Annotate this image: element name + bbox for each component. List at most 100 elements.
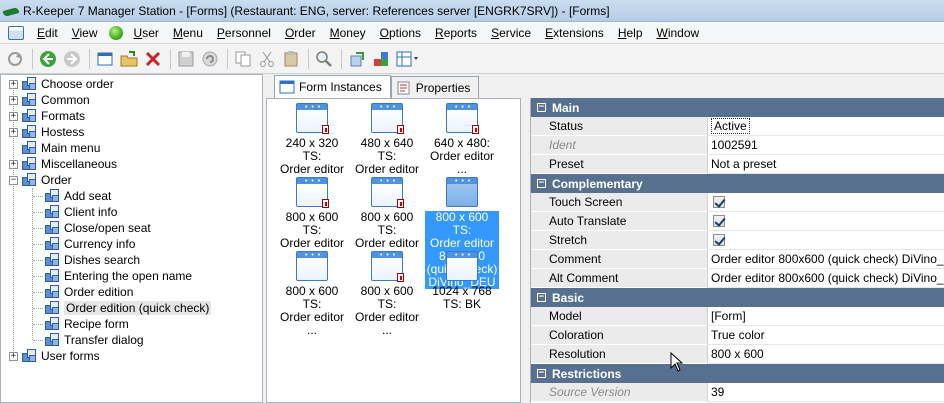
- tree-item-order-edition[interactable]: Order edition: [45, 284, 133, 300]
- tree-item-entering-the-open-name[interactable]: Entering the open name: [45, 268, 192, 284]
- prop-value[interactable]: Order editor 800x600 (quick check) DiVin…: [707, 250, 944, 269]
- expand-icon[interactable]: +: [9, 127, 18, 137]
- prop-source-version[interactable]: Source Version 39: [531, 383, 944, 402]
- tab-properties[interactable]: Properties: [390, 76, 480, 98]
- form-icon[interactable]: [94, 48, 116, 70]
- form-instance-item[interactable]: • • • 1024 x 768 TS: BK: [425, 251, 499, 311]
- expand-icon[interactable]: +: [9, 159, 18, 169]
- tree-item-hostess[interactable]: + Hostess: [9, 124, 84, 140]
- prop-value[interactable]: 800 x 600: [707, 345, 944, 364]
- collapse-icon[interactable]: −: [9, 175, 18, 185]
- tree-item-client-info[interactable]: Client info: [45, 204, 117, 220]
- prop-value[interactable]: [Form]: [707, 307, 944, 326]
- menu-order[interactable]: Order: [278, 23, 323, 43]
- collapse-icon[interactable]: −: [537, 103, 546, 112]
- find-icon[interactable]: [313, 48, 335, 70]
- expand-icon[interactable]: +: [9, 111, 18, 121]
- tree-item-transfer-dialog[interactable]: Transfer dialog: [45, 332, 144, 348]
- category-main[interactable]: − Main: [531, 98, 944, 117]
- window-menu-icon[interactable]: [8, 25, 24, 40]
- menu-money[interactable]: Money: [323, 23, 373, 43]
- export-icon[interactable]: [370, 48, 392, 70]
- tree-item-close-open-seat[interactable]: Close/open seat: [45, 220, 151, 236]
- prop-resolution[interactable]: Resolution 800 x 600: [531, 345, 944, 364]
- tab-form-instances-label: Form Instances: [299, 80, 382, 94]
- toolbar-separator: [170, 48, 171, 69]
- tree-item-formats[interactable]: + Formats: [9, 108, 85, 124]
- menu-menu[interactable]: Menu: [166, 23, 210, 43]
- category-complementary[interactable]: − Complementary: [531, 174, 944, 193]
- tree-item-main-menu[interactable]: Main menu: [9, 140, 100, 156]
- collapse-icon[interactable]: −: [537, 293, 546, 302]
- tree-item-add-seat[interactable]: Add seat: [45, 188, 111, 204]
- layout-dropdown-icon[interactable]: [394, 48, 422, 70]
- form-instance-item[interactable]: • • •800 x 600 TS:Order editor ...: [275, 251, 349, 337]
- form-instance-text: Order editor ...: [429, 149, 495, 176]
- back-icon[interactable]: [37, 48, 59, 70]
- tree-item-order[interactable]: − Order: [9, 172, 72, 188]
- form-icon: [45, 333, 60, 347]
- prop-coloration[interactable]: Coloration True color: [531, 326, 944, 345]
- cut-icon[interactable]: [256, 48, 278, 70]
- refresh-icon[interactable]: [4, 48, 26, 70]
- save-icon[interactable]: [175, 48, 197, 70]
- menu-edit[interactable]: Edit: [30, 23, 65, 43]
- tree-item-recipe-form[interactable]: Recipe form: [45, 316, 129, 332]
- menu-reports[interactable]: Reports: [428, 23, 484, 43]
- properties-icon[interactable]: [346, 48, 368, 70]
- prop-stretch[interactable]: Stretch: [531, 231, 944, 250]
- touch-screen-checkbox[interactable]: [713, 196, 725, 208]
- toolbar-separator: [227, 48, 228, 69]
- collapse-icon[interactable]: −: [537, 369, 546, 378]
- stretch-checkbox[interactable]: [713, 234, 725, 246]
- menu-view[interactable]: View: [65, 23, 105, 43]
- form-instance-text: Order editor ...: [354, 310, 420, 337]
- tree-item-choose-order[interactable]: + Choose order: [9, 76, 114, 92]
- forms-tree[interactable]: + Choose order + Common + Formats + Hostess Main…: [0, 74, 263, 403]
- prop-value[interactable]: Not a preset: [707, 155, 944, 174]
- prop-auto-translate[interactable]: Auto Translate: [531, 212, 944, 231]
- form-instance-item[interactable]: • • •800 x 600 TS:Order editor ...: [350, 251, 424, 337]
- menu-window[interactable]: Window: [650, 23, 707, 43]
- tree-item-dishes-search[interactable]: Dishes search: [45, 252, 140, 268]
- prop-value[interactable]: True color: [707, 326, 944, 345]
- status-value[interactable]: Active: [711, 118, 750, 134]
- prop-comment[interactable]: Comment Order editor 800x600 (quick chec…: [531, 250, 944, 269]
- prop-status[interactable]: Status Active: [531, 117, 944, 136]
- menu-service[interactable]: Service: [484, 23, 538, 43]
- tree-item-common[interactable]: + Common: [9, 92, 90, 108]
- open-icon[interactable]: [118, 48, 140, 70]
- prop-preset[interactable]: Preset Not a preset: [531, 155, 944, 174]
- menu-user[interactable]: User: [127, 23, 166, 43]
- menu-help[interactable]: Help: [611, 23, 650, 43]
- form-instances-view[interactable]: • • •240 x 320 TS:Order editor ...• • •4…: [266, 98, 521, 403]
- tree-item-miscellaneous[interactable]: + Miscellaneous: [9, 156, 117, 172]
- tree-item-user-forms[interactable]: + User forms: [9, 348, 100, 364]
- prop-alt-comment[interactable]: Alt Comment Order editor 800x600 (quick …: [531, 269, 944, 288]
- menu-personnel[interactable]: Personnel: [210, 23, 278, 43]
- forward-icon[interactable]: [61, 48, 83, 70]
- menu-options[interactable]: Options: [373, 23, 428, 43]
- prop-model[interactable]: Model [Form]: [531, 307, 944, 326]
- expand-icon[interactable]: +: [9, 79, 18, 89]
- delete-icon[interactable]: [142, 48, 164, 70]
- undo-icon[interactable]: [199, 48, 221, 70]
- copy-icon[interactable]: [232, 48, 254, 70]
- category-basic[interactable]: − Basic: [531, 288, 944, 307]
- prop-value[interactable]: Order editor 800x600 (quick check) DiVin…: [707, 269, 944, 288]
- paste-icon[interactable]: [280, 48, 302, 70]
- property-grid[interactable]: − Main Status Active Ident 1002591 Prese…: [530, 98, 944, 403]
- prop-ident[interactable]: Ident 1002591: [531, 136, 944, 155]
- expand-icon[interactable]: +: [9, 95, 18, 105]
- auto-translate-checkbox[interactable]: [713, 215, 725, 227]
- tree-item-order-edition-quick-check[interactable]: Order edition (quick check): [45, 300, 212, 316]
- collapse-icon[interactable]: −: [537, 179, 546, 188]
- tab-form-instances[interactable]: Form Instances: [274, 75, 391, 98]
- menu-extensions[interactable]: Extensions: [538, 23, 611, 43]
- prop-touch-screen[interactable]: Touch Screen: [531, 193, 944, 212]
- expand-icon[interactable]: +: [9, 351, 18, 361]
- category-restrictions[interactable]: − Restrictions: [531, 364, 944, 383]
- form-instance-item[interactable]: • • • 640 x 480: Order editor ...: [425, 103, 499, 176]
- prop-value[interactable]: Active: [707, 117, 944, 136]
- tree-item-currency-info[interactable]: Currency info: [45, 236, 135, 252]
